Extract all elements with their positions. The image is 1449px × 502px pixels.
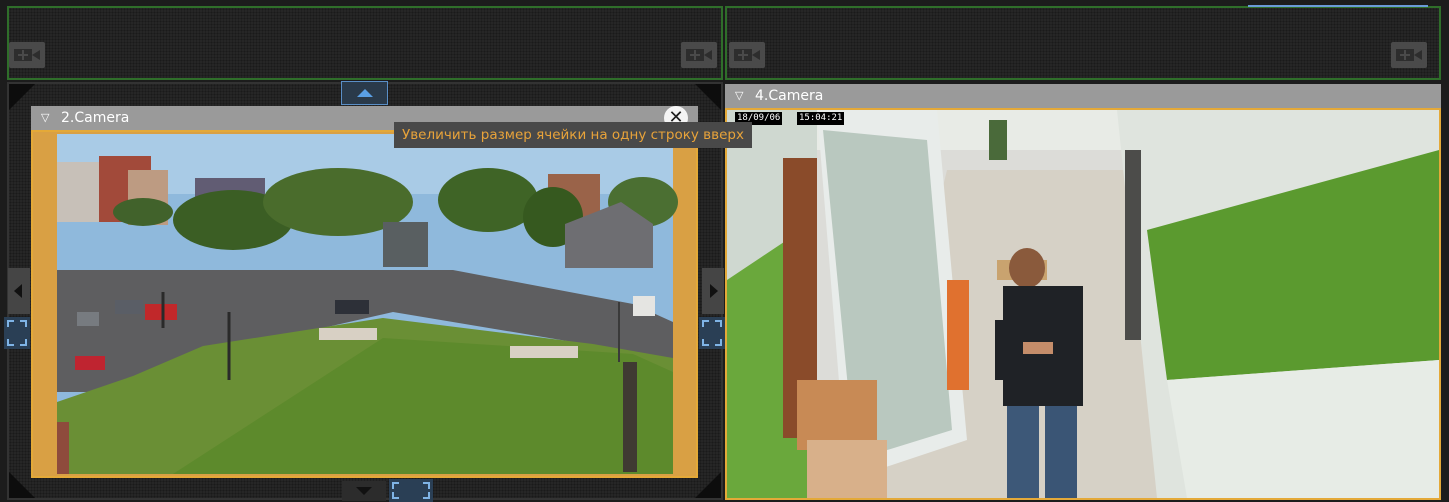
camera-video[interactable]: 18/09/06 15:04:21 [725,108,1441,500]
add-camera-icon[interactable] [1391,42,1427,68]
expand-up-button[interactable] [341,81,388,105]
expand-down-button[interactable] [342,481,386,501]
resize-icon[interactable] [389,479,433,502]
resize-corner-top-right[interactable] [695,84,721,110]
camera-frame-parking [33,132,696,476]
camera-menu-icon[interactable]: ▽ [41,106,55,130]
camera-name: 2.Camera [61,110,130,126]
camera-tile-4[interactable]: ▽ 4.Camera 18/09/06 15:04:21 [725,84,1441,500]
camera-time: 15:04:21 [797,112,845,125]
resize-corner-bottom-right[interactable] [695,472,721,498]
empty-slot-top-left[interactable] [7,6,723,80]
resize-icon[interactable] [699,317,725,349]
expand-left-button[interactable] [8,268,30,314]
selection-edge [1248,5,1428,7]
camera-frame-corridor [727,110,1439,498]
empty-slot-top-right[interactable] [725,6,1441,80]
camera-tile-2[interactable]: ▽ 2.Camera [31,106,698,478]
tooltip: Увеличить размер ячейки на одну строку в… [394,122,752,148]
resize-icon[interactable] [4,317,30,349]
arrow-down-icon [356,487,372,495]
camera-video[interactable] [31,130,698,478]
camera-menu-icon[interactable]: ▽ [735,84,749,108]
camera-title-bar[interactable]: ▽ 4.Camera [725,84,1441,108]
arrow-up-icon [357,89,373,97]
add-camera-icon[interactable] [729,42,765,68]
expand-right-button[interactable] [702,268,724,314]
add-camera-icon[interactable] [681,42,717,68]
camera-name: 4.Camera [755,88,824,104]
add-camera-icon[interactable] [9,42,45,68]
